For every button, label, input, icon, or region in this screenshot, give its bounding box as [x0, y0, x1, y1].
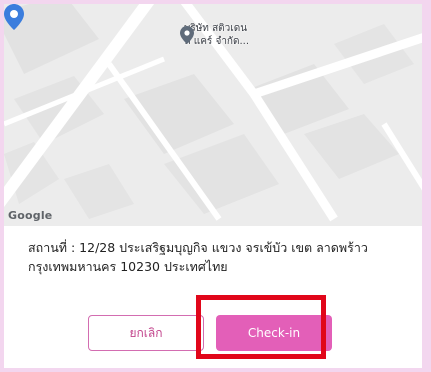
map-view[interactable]: บริษัท สติวเดน ท์ แคร์ จำกัด... Google — [4, 4, 422, 226]
poi-marker[interactable]: บริษัท สติวเดน ท์ แคร์ จำกัด... — [180, 22, 249, 48]
highlight-annotation — [196, 295, 326, 359]
location-address: สถานที่ : 12/28 ประเสริฐมบุญกิจ แขวง จรเ… — [28, 240, 368, 274]
google-attribution: Google — [8, 209, 53, 222]
current-location-icon — [4, 4, 24, 30]
cancel-button[interactable]: ยกเลิก — [88, 315, 204, 351]
screen-background: บริษัท สติวเดน ท์ แคร์ จำกัด... Google ส… — [0, 0, 431, 372]
map-pin-icon — [180, 26, 194, 44]
